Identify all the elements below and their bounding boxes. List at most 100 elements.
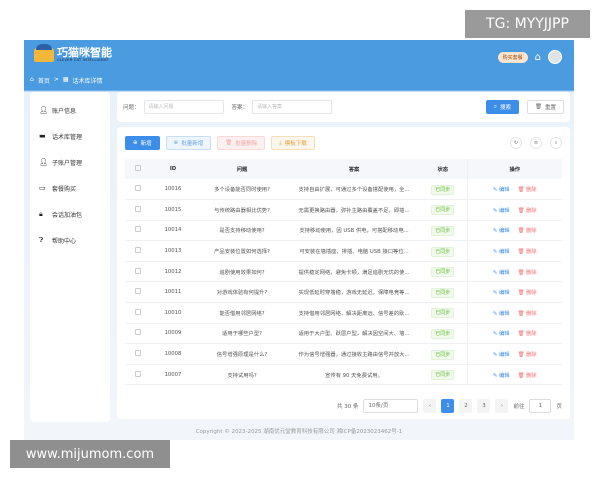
prev-page-button[interactable]: ‹ (423, 399, 437, 413)
delete-label: 删除 (526, 269, 537, 276)
edit-label: 编辑 (499, 331, 510, 338)
delete-button[interactable]: 🗑︎ 删除 (518, 311, 537, 317)
columns-icon[interactable]: ≡ (530, 137, 542, 149)
edit-icon: ✎ (492, 372, 498, 379)
edit-button[interactable]: ✎ 编辑 (493, 187, 510, 193)
sidebar-item[interactable]: 👤︎ 账户信息 (30, 97, 110, 123)
breadcrumb-current: 话术库详情 (72, 78, 103, 85)
sidebar-item-label: 套餐购买 (52, 185, 77, 193)
edit-icon: ✎ (492, 187, 498, 194)
delete-button[interactable]: 🗑︎ 删除 (518, 352, 537, 358)
goto-page-input[interactable]: 1 (529, 399, 552, 413)
row-question: 信号增强原理是什么? (195, 343, 289, 365)
edit-button[interactable]: ✎ 编辑 (493, 373, 510, 379)
delete-button[interactable]: 🗑︎ 删除 (518, 373, 537, 379)
page-2[interactable]: 2 (459, 399, 473, 413)
row-checkbox[interactable] (125, 323, 151, 345)
row-checkbox[interactable] (125, 343, 151, 365)
row-answer: 提供稳定网络，避免卡顿，满足追剧无忧的使... (289, 261, 419, 283)
delete-button[interactable]: 🗑︎ 删除 (518, 228, 537, 234)
answer-input[interactable]: 请输入答案 (252, 100, 333, 114)
edit-button[interactable]: ✎ 编辑 (493, 290, 510, 296)
row-question: 追剧使用效果如何? (195, 261, 289, 283)
home-icon[interactable]: ⌂ (535, 52, 541, 63)
delete-label: 删除 (526, 228, 537, 235)
col-id: ID (151, 159, 195, 179)
page-3[interactable]: 3 (477, 399, 491, 413)
delete-label: 删除 (526, 207, 537, 214)
buy-package-button[interactable]: 购买套餐 (497, 51, 528, 63)
monitor-icon: ▬ (39, 132, 46, 140)
status-badge: 已同步 (431, 225, 455, 236)
row-checkbox[interactable] (125, 240, 151, 262)
select-all-checkbox[interactable] (125, 159, 151, 179)
user-icon: 👤︎ (39, 106, 48, 114)
help-icon: ❓︎ (39, 235, 44, 244)
edit-button[interactable]: ✎ 编辑 (493, 352, 510, 358)
edit-icon: ✎ (492, 207, 498, 214)
edit-button[interactable]: ✎ 编辑 (493, 311, 510, 317)
goto-label: 前往 (513, 404, 525, 410)
delete-label: 删除 (526, 187, 537, 194)
question-label: 问题： (123, 105, 140, 111)
home-icon: ⌂ (30, 76, 34, 83)
row-checkbox[interactable] (125, 281, 151, 304)
trash-icon: 🗑︎ (517, 331, 525, 338)
row-checkbox[interactable] (125, 261, 151, 283)
sidebar-item[interactable]: ▬ 话术库管理 (30, 123, 110, 149)
batch-delete-button[interactable]: 🗑︎ 批量删除 (217, 136, 266, 150)
delete-button[interactable]: 🗑︎ 删除 (518, 249, 537, 255)
search-button[interactable]: ⌕ 搜索 (485, 100, 519, 114)
row-checkbox[interactable] (125, 199, 151, 221)
status-badge: 已同步 (431, 205, 455, 216)
row-checkbox[interactable] (125, 302, 151, 324)
edit-label: 编辑 (499, 187, 510, 194)
row-checkbox[interactable] (125, 364, 151, 386)
row-id: 10015 (151, 199, 195, 221)
watermark-top: TG: MYYJJPP (465, 10, 590, 38)
template-download-button[interactable]: ⤓ 模板下载 (271, 136, 315, 150)
delete-button[interactable]: 🗑︎ 删除 (518, 290, 537, 296)
row-checkbox[interactable] (125, 220, 151, 242)
avatar[interactable] (548, 50, 562, 64)
row-id: 10011 (151, 281, 195, 304)
page-1[interactable]: 1 (441, 399, 455, 413)
breadcrumb-home[interactable]: 首页 (38, 76, 50, 85)
delete-button[interactable]: 🗑︎ 删除 (518, 270, 537, 276)
app-window: 巧猫咪智能 CLEVER CAT INTELLIGENT ⌂ 首页 > ▦ 话术… (24, 40, 574, 440)
search-icon[interactable]: ⌕ (550, 137, 562, 149)
trash-icon: 🗑︎ (517, 228, 525, 235)
next-page-button[interactable]: › (495, 399, 509, 413)
add-label: 新增 (140, 141, 152, 147)
edit-button[interactable]: ✎ 编辑 (493, 228, 510, 234)
row-checkbox[interactable] (125, 179, 151, 201)
reset-label: 重置 (544, 105, 556, 111)
edit-button[interactable]: ✎ 编辑 (493, 208, 510, 214)
question-input[interactable]: 请输入问题 (143, 100, 224, 114)
reset-button[interactable]: 🗑︎ 重置 (527, 100, 564, 114)
delete-button[interactable]: 🗑︎ 删除 (518, 331, 537, 337)
page-size-select[interactable]: 10条/页 (363, 399, 419, 413)
row-id: 10007 (151, 364, 195, 386)
edit-label: 编辑 (499, 269, 510, 276)
edit-button[interactable]: ✎ 编辑 (493, 270, 510, 276)
row-question: 支持试用吗? (195, 364, 289, 386)
sidebar-item[interactable]: ❓︎ 帮助中心 (30, 227, 110, 253)
row-id: 10010 (151, 302, 195, 324)
row-id: 10009 (151, 323, 195, 345)
trash-icon: 🗑︎ (517, 372, 525, 379)
sidebar-item[interactable]: ▭ 套餐购买 (30, 175, 110, 201)
sidebar-item[interactable]: 🔒︎ 会话加油包 (30, 201, 110, 227)
delete-button[interactable]: 🗑︎ 删除 (518, 208, 537, 214)
add-button[interactable]: ⊕ 新增 (125, 136, 160, 150)
edit-button[interactable]: ✎ 编辑 (493, 249, 510, 255)
refresh-icon[interactable]: ↻ (510, 137, 522, 149)
delete-button[interactable]: 🗑︎ 删除 (518, 187, 537, 193)
breadcrumb-separator: > (53, 76, 59, 83)
batch-add-button[interactable]: ⊕ 批量新增 (165, 136, 212, 150)
edit-label: 编辑 (499, 290, 510, 297)
qa-table: ID 问题 答案 状态 操作 10016 多个设备能否同时使用? 支持自由扩展，… (125, 159, 562, 386)
sidebar-item[interactable]: 👤︎ 子账户管理 (30, 149, 110, 175)
logo[interactable]: 巧猫咪智能 CLEVER CAT INTELLIGENT (34, 44, 112, 62)
edit-button[interactable]: ✎ 编辑 (493, 331, 510, 337)
